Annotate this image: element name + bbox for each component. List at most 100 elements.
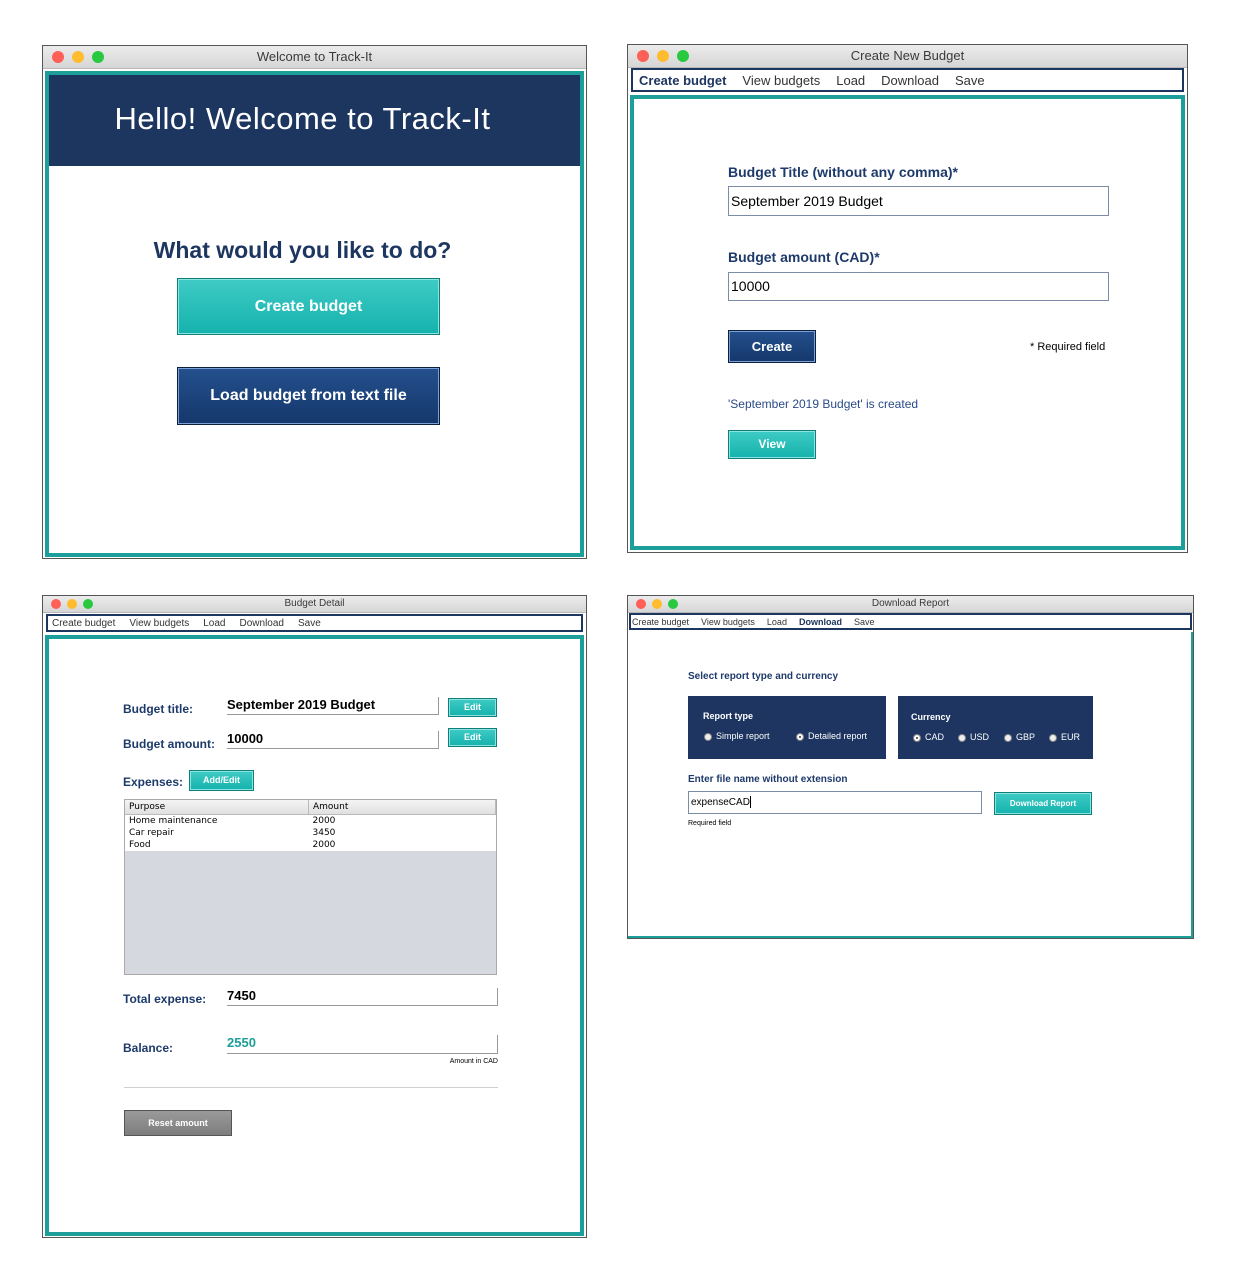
radio-indicator: [958, 733, 966, 742]
table-row[interactable]: Car repair 3450: [125, 827, 496, 839]
close-window-button[interactable]: [636, 599, 646, 609]
window-title: Welcome to Track-It: [256, 49, 373, 64]
budget-amount-label: Budget amount:: [123, 737, 215, 751]
radio-indicator: [913, 733, 921, 742]
currency-eur-radio[interactable]: EUR: [1049, 732, 1080, 742]
menu-view-budgets[interactable]: View budgets: [701, 617, 755, 627]
simple-report-radio[interactable]: Simple report: [704, 731, 770, 741]
row-amount: 2000: [308, 839, 496, 851]
minimize-window-button[interactable]: [657, 50, 669, 62]
column-header-purpose[interactable]: Purpose: [125, 800, 309, 815]
budget-amount-input[interactable]: 10000: [728, 272, 1109, 301]
menu-create-budget[interactable]: Create budget: [52, 618, 115, 629]
budget-title-value: September 2019 Budget: [227, 697, 439, 715]
currency-usd-label: USD: [970, 732, 990, 742]
budget-title-input[interactable]: September 2019 Budget: [728, 186, 1109, 216]
total-expense-label: Total expense:: [123, 992, 207, 1006]
menu-bar: Create budget View budgets Load Download…: [629, 613, 1192, 630]
budget-detail-window: Budget Detail Create budget View budgets…: [42, 595, 587, 1238]
menu-create-budget[interactable]: Create budget: [639, 73, 726, 88]
menu-download[interactable]: Download: [799, 617, 842, 627]
simple-report-label: Simple report: [716, 731, 770, 741]
window-title: Download Report: [871, 598, 950, 609]
menu-bar: Create budget View budgets Load Download…: [631, 68, 1184, 92]
close-window-button[interactable]: [637, 50, 649, 62]
welcome-heading: Hello! Welcome to Track-It: [114, 101, 491, 136]
minimize-window-button[interactable]: [652, 599, 662, 609]
minimize-window-button[interactable]: [72, 51, 84, 63]
minimize-window-button[interactable]: [67, 599, 77, 609]
menu-create-budget[interactable]: Create budget: [632, 617, 689, 627]
table-row[interactable]: Food 2000: [125, 839, 496, 851]
add-edit-expenses-button[interactable]: Add/Edit: [189, 770, 254, 791]
balance-label: Balance:: [123, 1041, 174, 1055]
expenses-table: Purpose Amount Home maintenance 2000 Car…: [124, 799, 497, 975]
budget-amount-value: 10000: [227, 731, 439, 749]
window-title: Create New Budget: [850, 48, 965, 63]
close-window-button[interactable]: [51, 599, 61, 609]
welcome-content: Hello! Welcome to Track-It What would yo…: [45, 71, 584, 557]
window-titlebar: Welcome to Track-It: [43, 46, 586, 69]
maximize-window-button[interactable]: [677, 50, 689, 62]
menu-save[interactable]: Save: [298, 618, 321, 629]
required-field-note: Required field: [688, 820, 732, 827]
budget-detail-content: Budget title: September 2019 Budget Edit…: [45, 635, 584, 1236]
menu-load[interactable]: Load: [836, 73, 865, 88]
load-budget-button[interactable]: Load budget from text file: [177, 367, 440, 425]
window-title: Budget Detail: [284, 598, 345, 609]
row-amount: 2000: [308, 814, 496, 827]
create-budget-content: Budget Title (without any comma)* Septem…: [630, 95, 1185, 550]
report-type-label: Report type: [703, 711, 754, 721]
column-header-amount[interactable]: Amount: [308, 800, 496, 815]
create-button[interactable]: Create: [728, 330, 816, 363]
currency-gbp-label: GBP: [1016, 732, 1036, 742]
row-amount: 3450: [308, 827, 496, 839]
question-heading: What would you like to do?: [153, 237, 452, 263]
maximize-window-button[interactable]: [92, 51, 104, 63]
menu-view-budgets[interactable]: View budgets: [742, 73, 820, 88]
radio-indicator: [704, 732, 712, 741]
reset-amount-button[interactable]: Reset amount: [124, 1110, 232, 1136]
menu-download[interactable]: Download: [240, 618, 284, 629]
select-report-heading: Select report type and currency: [688, 671, 839, 682]
currency-cad-radio[interactable]: CAD: [913, 732, 944, 742]
menu-view-budgets[interactable]: View budgets: [129, 618, 189, 629]
file-name-input[interactable]: expenseCAD: [688, 791, 982, 814]
currency-usd-radio[interactable]: USD: [958, 732, 989, 742]
currency-cad-label: CAD: [925, 732, 945, 742]
menu-save[interactable]: Save: [955, 73, 985, 88]
creation-status-message: 'September 2019 Budget' is created: [728, 397, 919, 411]
file-name-value: expenseCAD: [691, 797, 750, 808]
download-report-button[interactable]: Download Report: [994, 792, 1092, 815]
menu-load[interactable]: Load: [203, 618, 225, 629]
create-budget-button[interactable]: Create budget: [177, 278, 440, 335]
table-header-row: Purpose Amount: [125, 800, 496, 815]
table-row[interactable]: Home maintenance 2000: [125, 814, 496, 827]
menu-save[interactable]: Save: [854, 617, 875, 627]
radio-indicator: [1004, 733, 1012, 742]
detailed-report-radio[interactable]: Detailed report: [796, 731, 867, 741]
currency-panel: Currency CAD USD GBP EUR: [898, 696, 1093, 759]
welcome-window: Welcome to Track-It Hello! Welcome to Tr…: [42, 45, 587, 559]
maximize-window-button[interactable]: [83, 599, 93, 609]
maximize-window-button[interactable]: [668, 599, 678, 609]
required-field-note: * Required field: [1030, 341, 1106, 353]
currency-label: Currency: [911, 712, 951, 722]
budget-title-label: Budget Title (without any comma)*: [728, 164, 958, 180]
edit-amount-button[interactable]: Edit: [448, 728, 497, 747]
budget-title-label: Budget title:: [123, 702, 193, 716]
menu-download[interactable]: Download: [881, 73, 939, 88]
create-budget-window: Create New Budget Create budget View bud…: [627, 44, 1188, 553]
view-button[interactable]: View: [728, 430, 816, 459]
amount-unit-note: Amount in CAD: [449, 1058, 498, 1065]
expenses-label: Expenses:: [123, 775, 184, 789]
window-titlebar: Create New Budget: [628, 45, 1187, 68]
window-titlebar: Budget Detail: [43, 596, 586, 613]
radio-indicator: [796, 732, 804, 741]
menu-load[interactable]: Load: [767, 617, 787, 627]
edit-title-button[interactable]: Edit: [448, 698, 497, 717]
close-window-button[interactable]: [52, 51, 64, 63]
detailed-report-label: Detailed report: [808, 731, 868, 741]
radio-indicator: [1049, 733, 1057, 742]
currency-gbp-radio[interactable]: GBP: [1004, 732, 1035, 742]
